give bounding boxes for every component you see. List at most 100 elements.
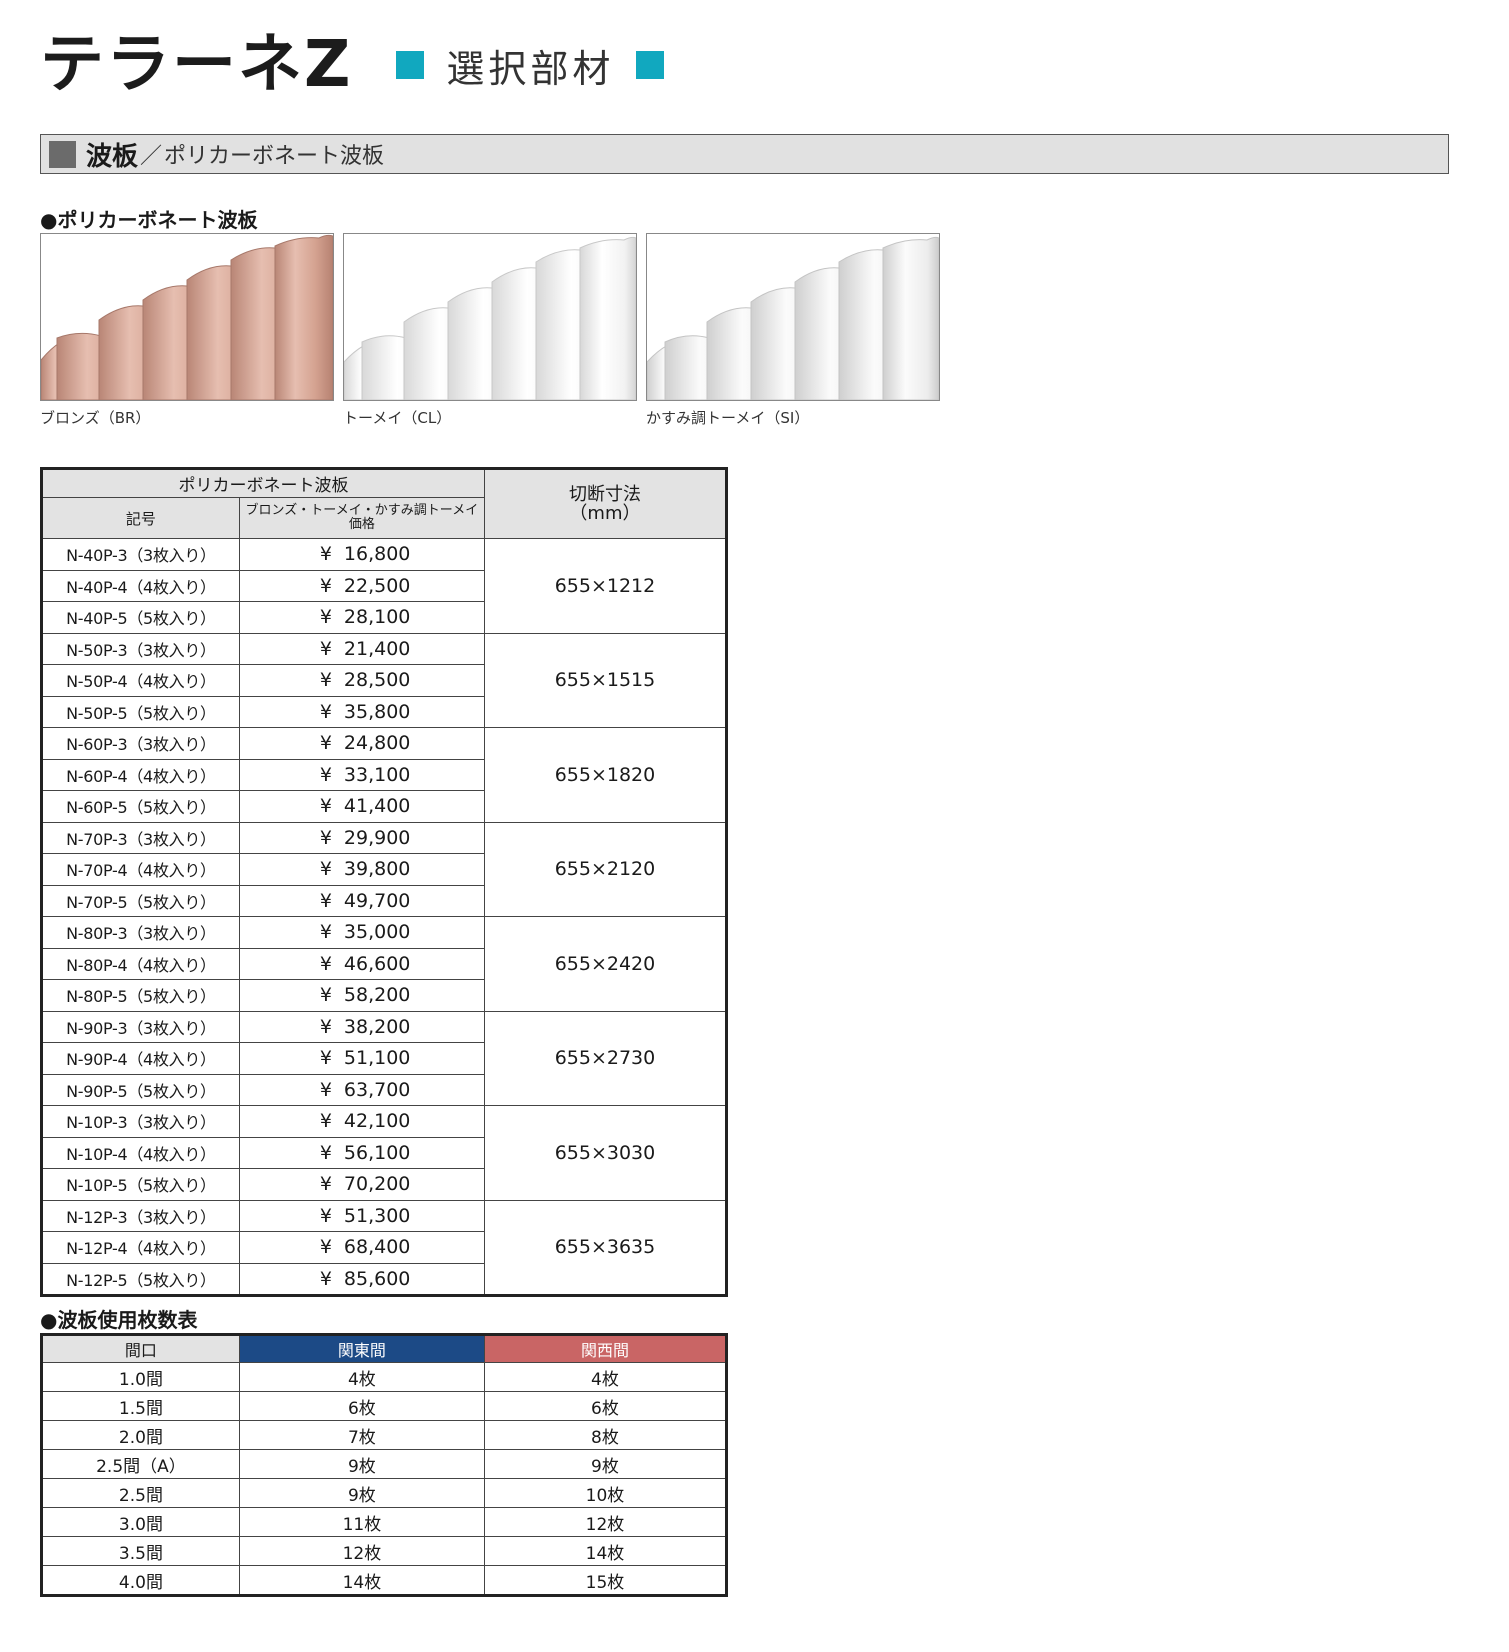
table-row: 4.0間 14枚 15枚 (41, 1565, 728, 1596)
kansai-count: 4枚 (483, 1362, 728, 1392)
product-code: N-10P-3（3枚入り） (41, 1105, 240, 1138)
square-icon (636, 51, 665, 79)
price-value: 51,300 (343, 1204, 411, 1227)
yen-symbol: ¥ (319, 763, 332, 786)
product-price: ¥42,100 (238, 1105, 485, 1138)
yen-symbol: ¥ (319, 889, 332, 912)
table-row: N-80P-3（3枚入り） ¥35,000 655×2420 (41, 916, 728, 1012)
price-value: 42,100 (343, 1110, 411, 1133)
price-header-line2: 価格 (348, 517, 375, 532)
kanto-count: 9枚 (238, 1478, 485, 1508)
price-value: 46,600 (343, 952, 411, 975)
count-header-kansai: 関西間 (483, 1334, 728, 1363)
cut-dimension: 655×3635 (483, 1199, 728, 1296)
product-price: ¥38,200 (238, 1010, 485, 1043)
span-value: 2.5間 (41, 1478, 240, 1508)
product-price: ¥22,500 (238, 569, 485, 602)
corrugated-panel-image (647, 236, 939, 400)
price-value: 16,800 (343, 543, 411, 566)
square-icon (396, 51, 425, 79)
corrugated-panel-image (41, 234, 333, 400)
product-price: ¥49,700 (238, 884, 485, 917)
cut-dimension: 655×2730 (483, 1010, 728, 1106)
kansai-count: 6枚 (483, 1391, 728, 1421)
product-price: ¥28,100 (238, 601, 485, 634)
price-value: 29,900 (343, 826, 411, 849)
product-price: ¥39,800 (238, 853, 485, 886)
span-value: 4.0間 (41, 1565, 240, 1596)
table-row: N-70P-3（3枚入り） ¥29,900 655×2120 (41, 821, 728, 917)
product-price: ¥70,200 (238, 1168, 485, 1201)
table-row: 2.5間（A） 9枚 9枚 (41, 1449, 728, 1479)
swatch-label: かすみ調トーメイ（SI） (646, 409, 810, 427)
kanto-count: 9枚 (238, 1449, 485, 1479)
product-code: N-90P-5（5枚入り） (41, 1073, 240, 1106)
swatch-heading: ●ポリカーボネート波板 (40, 208, 258, 232)
yen-symbol: ¥ (319, 543, 332, 566)
product-price: ¥58,200 (238, 979, 485, 1012)
product-price: ¥35,800 (238, 695, 485, 728)
price-value: 35,000 (343, 921, 411, 944)
price-value: 38,200 (343, 1015, 411, 1038)
yen-symbol: ¥ (319, 1141, 332, 1164)
yen-symbol: ¥ (319, 952, 332, 975)
product-price: ¥33,100 (238, 758, 485, 791)
count-table: 間口 関東間 関西間 1.0間 4枚 4枚 1.5間 6枚 6枚 2.0間 7枚 8枚 2.5間（… (40, 1333, 728, 1597)
yen-symbol: ¥ (319, 1015, 332, 1038)
count-header-span: 間口 (41, 1334, 240, 1363)
product-code: N-50P-5（5枚入り） (41, 695, 240, 728)
cut-dimension: 655×3030 (483, 1105, 728, 1201)
kansai-count: 14枚 (483, 1536, 728, 1566)
price-value: 28,100 (343, 606, 411, 629)
product-code: N-10P-4（4枚入り） (41, 1136, 240, 1169)
swatch-label: ブロンズ（BR） (40, 409, 151, 427)
price-value: 63,700 (343, 1078, 411, 1101)
product-code: N-70P-4（4枚入り） (41, 853, 240, 886)
square-icon (49, 140, 76, 168)
yen-symbol: ¥ (319, 574, 332, 597)
yen-symbol: ¥ (319, 1204, 332, 1227)
yen-symbol: ¥ (319, 1236, 332, 1259)
corrugated-panel-image (344, 236, 636, 400)
kansai-count: 8枚 (483, 1420, 728, 1450)
price-value: 41,400 (343, 795, 411, 818)
price-table-header-cut: 切断寸法 （mm） (483, 468, 728, 539)
span-value: 1.0間 (41, 1362, 240, 1392)
kanto-count: 11枚 (238, 1507, 485, 1537)
price-value: 68,400 (343, 1236, 411, 1259)
section-separator: ／ (140, 144, 163, 169)
kansai-count: 9枚 (483, 1449, 728, 1479)
table-row: N-12P-3（3枚入り） ¥51,300 655×3635 (41, 1199, 728, 1296)
yen-symbol: ¥ (319, 1078, 332, 1101)
swatch-frosted (646, 233, 940, 401)
kanto-count: 14枚 (238, 1565, 485, 1596)
price-value: 49,700 (343, 889, 411, 912)
product-code: N-60P-5（5枚入り） (41, 790, 240, 823)
cut-dimension: 655×1212 (483, 538, 728, 634)
table-row: N-40P-3（3枚入り） ¥16,800 655×1212 (41, 538, 728, 634)
price-table: ポリカーボネート波板 切断寸法 （mm） 記号 ブロンズ・トーメイ・かすみ調トー… (40, 467, 728, 1297)
kanto-count: 6枚 (238, 1391, 485, 1421)
section-subtitle: ポリカーボネート波板 (164, 144, 385, 169)
swatch-bronze (40, 233, 334, 401)
product-price: ¥63,700 (238, 1073, 485, 1106)
swatch-label: トーメイ（CL） (343, 409, 452, 427)
product-code: N-80P-3（3枚入り） (41, 916, 240, 949)
price-table-header-code: 記号 (41, 497, 240, 539)
price-value: 58,200 (343, 984, 411, 1007)
product-price: ¥68,400 (238, 1231, 485, 1264)
product-price: ¥41,400 (238, 790, 485, 823)
price-table-header-main: ポリカーボネート波板 (41, 468, 485, 498)
table-row: 3.5間 12枚 14枚 (41, 1536, 728, 1566)
product-code: N-60P-3（3枚入り） (41, 727, 240, 760)
yen-symbol: ¥ (319, 984, 332, 1007)
count-table-heading: ●波板使用枚数表 (40, 1308, 198, 1332)
product-code: N-90P-3（3枚入り） (41, 1010, 240, 1043)
product-code: N-60P-4（4枚入り） (41, 758, 240, 791)
count-header-kanto: 関東間 (238, 1334, 485, 1363)
cut-header-line1: 切断寸法 (568, 484, 641, 505)
table-row: 1.5間 6枚 6枚 (41, 1391, 728, 1421)
kanto-count: 7枚 (238, 1420, 485, 1450)
product-code: N-12P-5（5枚入り） (41, 1262, 240, 1296)
cut-dimension: 655×1820 (483, 727, 728, 823)
